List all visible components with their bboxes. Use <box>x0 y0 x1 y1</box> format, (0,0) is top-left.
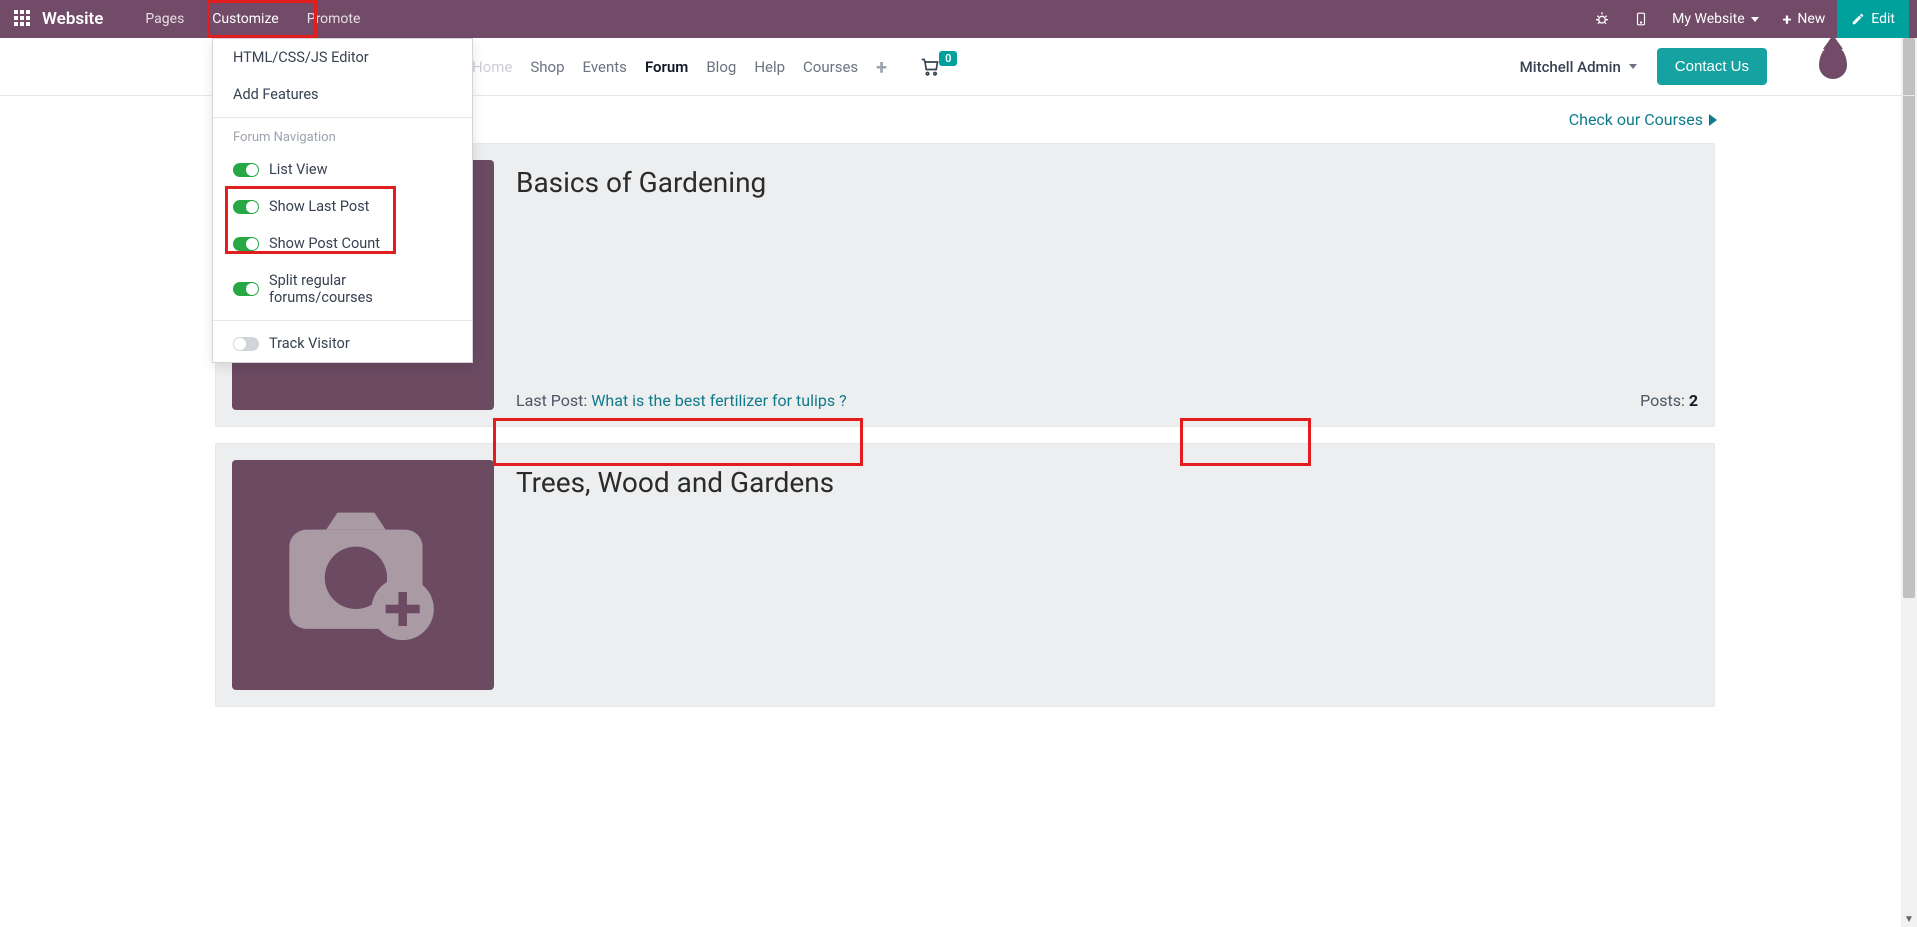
posts-number: 2 <box>1689 391 1698 410</box>
edit-button[interactable]: Edit <box>1837 0 1909 38</box>
dd-toggle-label: Show Last Post <box>269 198 369 215</box>
mobile-icon[interactable] <box>1622 0 1660 38</box>
nav-help[interactable]: Help <box>754 58 785 76</box>
dd-toggle-split-forums[interactable]: Split regular forums/courses <box>213 262 472 316</box>
cart-icon <box>919 57 941 77</box>
forum-title[interactable]: Basics of Gardening <box>516 166 1698 199</box>
dd-toggle-list-view[interactable]: List View <box>213 151 472 188</box>
site-nav-links: Home Shop Events Forum Blog Help Courses… <box>472 55 887 79</box>
nav-courses[interactable]: Courses <box>803 58 858 76</box>
nav-forum[interactable]: Forum <box>645 58 688 76</box>
bug-icon[interactable] <box>1582 0 1622 38</box>
menu-promote[interactable]: Promote <box>293 0 375 38</box>
chevron-right-icon <box>1709 114 1717 126</box>
apps-icon[interactable] <box>14 10 32 28</box>
forum-card-body: Basics of Gardening Last Post: What is t… <box>516 160 1698 410</box>
cart-button[interactable]: 0 <box>919 57 957 77</box>
last-post-link[interactable]: What is the best fertilizer for tulips ? <box>591 391 846 410</box>
toggle-icon <box>233 337 259 351</box>
toggle-icon <box>233 163 259 177</box>
dd-toggle-show-last-post[interactable]: Show Last Post <box>213 188 472 225</box>
nav-home[interactable]: Home <box>472 58 512 76</box>
dd-separator <box>213 320 472 321</box>
toggle-icon <box>233 282 259 296</box>
menu-pages[interactable]: Pages <box>131 0 198 38</box>
my-website-dropdown[interactable]: My Website <box>1660 11 1770 27</box>
dd-toggle-show-post-count[interactable]: Show Post Count <box>213 225 472 262</box>
dd-toggle-label: Show Post Count <box>269 235 380 252</box>
posts-count: Posts: 2 <box>1640 391 1698 410</box>
last-post: Last Post: What is the best fertilizer f… <box>516 391 847 410</box>
toggle-icon <box>233 200 259 214</box>
last-post-label: Last Post: <box>516 391 591 410</box>
toggle-icon <box>233 237 259 251</box>
forum-card-footer: Last Post: What is the best fertilizer f… <box>516 391 1698 410</box>
dd-separator <box>213 117 472 118</box>
odoo-drop-icon <box>1819 45 1847 79</box>
dd-add-features[interactable]: Add Features <box>213 76 472 113</box>
add-page-icon[interactable]: + <box>876 55 887 79</box>
check-courses-label: Check our Courses <box>1569 110 1703 129</box>
dd-toggle-label: Track Visitor <box>269 335 350 352</box>
dd-html-editor[interactable]: HTML/CSS/JS Editor <box>213 39 472 76</box>
edit-label: Edit <box>1871 11 1895 27</box>
dd-add-features-label: Add Features <box>233 86 319 103</box>
forum-card-body: Trees, Wood and Gardens <box>516 460 1698 690</box>
customize-dropdown: HTML/CSS/JS Editor Add Features Forum Na… <box>212 38 473 363</box>
new-button[interactable]: + New <box>1771 10 1838 29</box>
forum-card[interactable]: Trees, Wood and Gardens <box>215 443 1715 707</box>
menu-customize[interactable]: Customize <box>198 0 292 38</box>
dd-toggle-label: Split regular forums/courses <box>269 272 452 306</box>
vertical-scrollbar[interactable]: ▲ ▼ <box>1901 0 1917 927</box>
my-website-label: My Website <box>1672 11 1744 27</box>
topbar-right: My Website + New Edit <box>1582 0 1909 38</box>
new-label: New <box>1797 11 1825 27</box>
plus-icon: + <box>1783 10 1792 29</box>
caret-down-icon <box>1629 64 1637 69</box>
dd-toggle-track-visitor[interactable]: Track Visitor <box>213 325 472 362</box>
user-menu[interactable]: Mitchell Admin <box>1520 58 1637 76</box>
posts-label: Posts: <box>1640 391 1689 410</box>
forum-thumbnail <box>232 460 494 690</box>
user-name: Mitchell Admin <box>1520 58 1621 76</box>
scroll-down-icon[interactable]: ▼ <box>1901 911 1917 927</box>
forum-title[interactable]: Trees, Wood and Gardens <box>516 466 1698 499</box>
camera-plus-icon <box>278 500 448 650</box>
caret-down-icon <box>1751 17 1759 22</box>
scrollbar-thumb[interactable] <box>1903 38 1915 598</box>
topbar-menu: Pages Customize Promote <box>131 0 374 38</box>
check-courses-link[interactable]: Check our Courses <box>1569 110 1717 129</box>
dd-toggle-label: List View <box>269 161 328 178</box>
nav-shop[interactable]: Shop <box>530 58 564 76</box>
nav-blog[interactable]: Blog <box>706 58 736 76</box>
nav-events[interactable]: Events <box>583 58 627 76</box>
brand[interactable]: Website <box>42 9 103 29</box>
dd-html-editor-label: HTML/CSS/JS Editor <box>233 49 369 66</box>
contact-us-button[interactable]: Contact Us <box>1657 48 1767 85</box>
cart-badge: 0 <box>939 51 957 66</box>
pencil-icon <box>1851 12 1865 26</box>
dd-section-header: Forum Navigation <box>213 122 472 151</box>
topbar: Website Pages Customize Promote My Websi… <box>0 0 1917 38</box>
